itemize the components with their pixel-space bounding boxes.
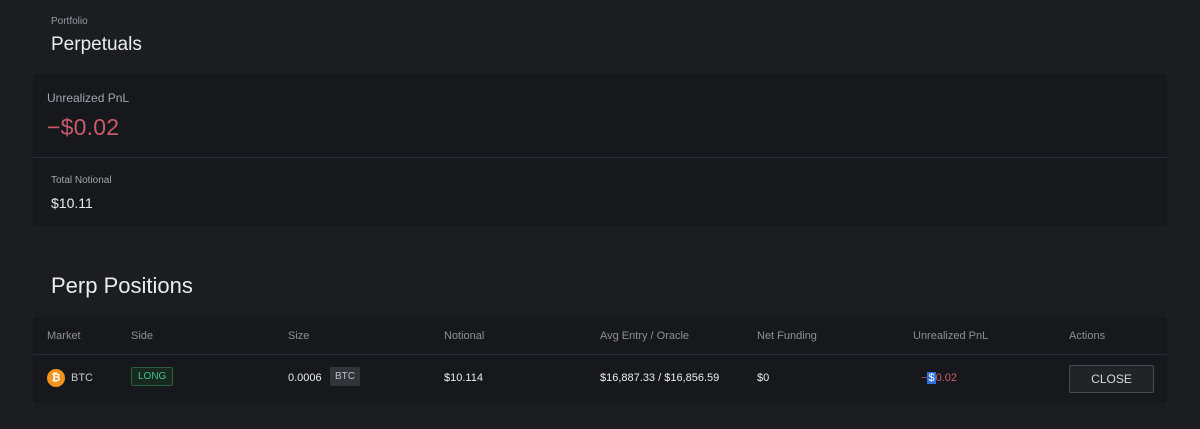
total-notional-card: Total Notional $10.11	[33, 158, 1167, 226]
column-header-market: Market	[47, 330, 81, 342]
unrealized-pnl-label: Unrealized PnL	[47, 91, 130, 105]
summary-panel: Unrealized PnL −$0.02 Total Notional $10…	[33, 74, 1167, 226]
column-header-side: Side	[131, 330, 154, 342]
unrealized-pnl-cell[interactable]: −$0.02	[921, 372, 957, 384]
pnl-currency-selected: $	[927, 372, 936, 384]
total-notional-value: $10.11	[51, 195, 93, 211]
bitcoin-icon: ₿	[47, 369, 65, 387]
pnl-amount: 0.02	[935, 372, 957, 384]
perpetuals-page: Portfolio Perpetuals Unrealized PnL −$0.…	[0, 0, 1200, 429]
column-header-notional: Notional	[444, 330, 485, 342]
side-badge: LONG	[131, 367, 174, 386]
size-value: 0.0006	[288, 372, 322, 384]
column-header-unrealized-pnl: Unrealized PnL	[913, 330, 989, 342]
column-header-size: Size	[288, 330, 310, 342]
page-title: Perpetuals	[51, 34, 142, 55]
unrealized-pnl-value: −$0.02	[47, 114, 120, 140]
table-row: ₿ BTC LONG 0.0006 BTC $10.114 $16,887.33…	[33, 355, 1167, 402]
column-header-net-funding: Net Funding	[757, 330, 817, 342]
net-funding-value: $0	[757, 372, 770, 384]
column-header-avg-entry-oracle: Avg Entry / Oracle	[600, 330, 690, 342]
notional-value: $10.114	[444, 372, 483, 384]
positions-table: Market Side Size Notional Avg Entry / Or…	[33, 317, 1167, 403]
total-notional-label: Total Notional	[51, 175, 112, 186]
column-header-actions: Actions	[1069, 330, 1106, 342]
market-name: BTC	[71, 372, 93, 384]
unrealized-pnl-card: Unrealized PnL −$0.02	[33, 74, 1167, 158]
size-unit-badge: BTC	[330, 367, 360, 386]
perp-positions-title: Perp Positions	[51, 273, 193, 298]
table-header: Market Side Size Notional Avg Entry / Or…	[33, 317, 1167, 355]
avg-entry-oracle-value: $16,887.33 / $16,856.59	[600, 372, 720, 384]
close-position-button[interactable]: CLOSE	[1069, 365, 1154, 393]
breadcrumb[interactable]: Portfolio	[51, 16, 88, 27]
